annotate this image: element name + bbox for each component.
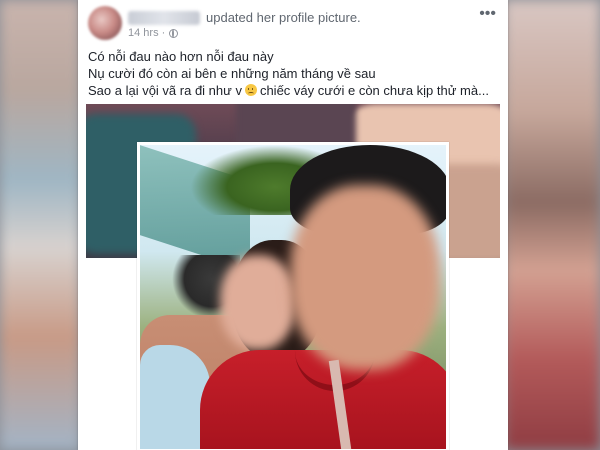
blurred-backdrop-right: [504, 0, 600, 450]
globe-icon[interactable]: [169, 28, 179, 38]
post-text-line-3b: chiếc váy cưới e còn chưa kịp thử mà...: [259, 83, 489, 98]
profile-photo-image: [140, 145, 446, 449]
post-text-line-1: Có nỗi đau nào hơn nỗi đau này: [88, 49, 274, 64]
more-options-icon[interactable]: •••: [479, 6, 496, 22]
post-text: Có nỗi đau nào hơn nỗi đau này Nụ cười đ…: [88, 48, 498, 99]
post-text-line-3: Sao a lại vội vã ra đi như v chiếc váy cư…: [88, 82, 498, 99]
avatar[interactable]: [88, 6, 122, 40]
facebook-post-card: updated her profile picture. 14 hrs · ••…: [78, 0, 508, 450]
post-header: updated her profile picture. 14 hrs · ••…: [88, 6, 498, 42]
post-meta: 14 hrs ·: [128, 27, 179, 39]
profile-picture[interactable]: [137, 142, 449, 450]
blurred-backdrop-left: [0, 0, 80, 450]
sad-face-emoji-icon: [244, 84, 257, 96]
meta-separator: ·: [161, 27, 166, 39]
blurred-author-name[interactable]: [128, 11, 200, 25]
post-text-line-3a: Sao a lại vội vã ra đi như v: [88, 83, 242, 98]
post-timestamp[interactable]: 14 hrs: [128, 27, 159, 39]
post-action-text: updated her profile picture.: [206, 10, 361, 25]
post-text-line-2: Nụ cười đó còn ai bên e những năm tháng …: [88, 66, 376, 81]
